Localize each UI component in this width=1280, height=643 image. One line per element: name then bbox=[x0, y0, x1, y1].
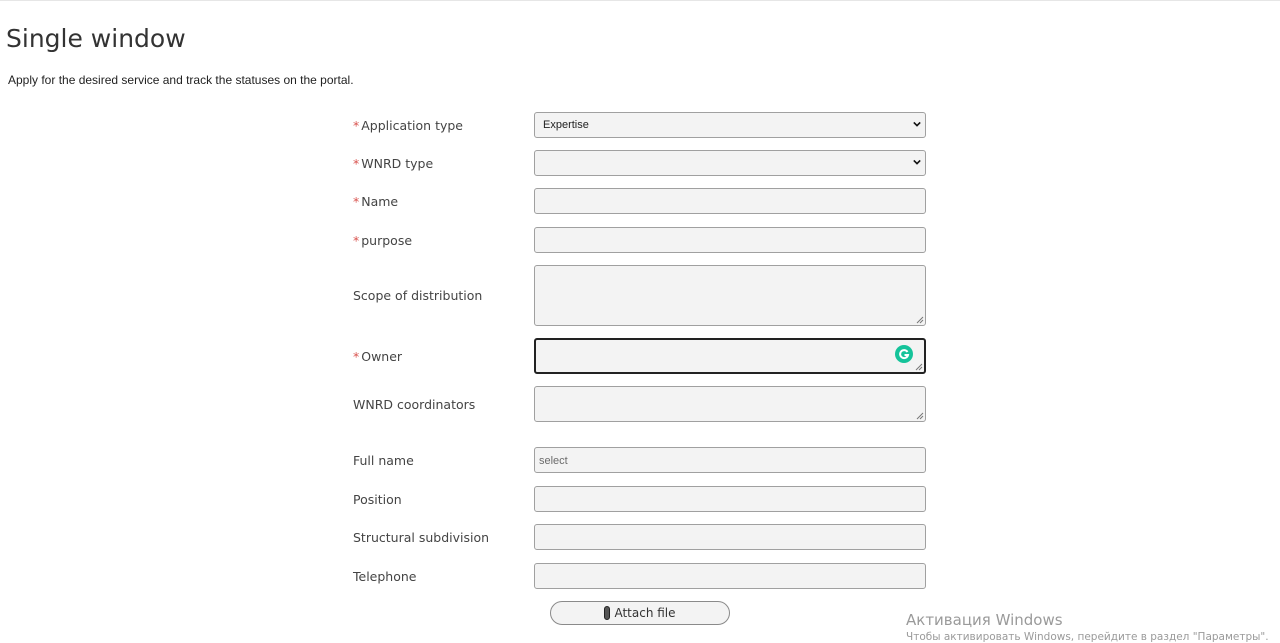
application-type-row: * Application type Expertise bbox=[353, 112, 927, 138]
owner-row: * Owner bbox=[353, 338, 927, 374]
name-input[interactable] bbox=[534, 188, 926, 214]
purpose-label-text: purpose bbox=[361, 233, 413, 248]
name-row: * Name bbox=[353, 188, 927, 214]
full-name-label: Full name bbox=[353, 453, 414, 468]
scope-label: Scope of distribution bbox=[353, 288, 483, 303]
position-row: Position bbox=[353, 486, 927, 512]
paperclip-icon bbox=[604, 606, 611, 620]
full-name-row: Full name select bbox=[353, 447, 927, 473]
owner-textarea[interactable] bbox=[534, 338, 926, 374]
owner-label-text: Owner bbox=[361, 349, 403, 364]
top-divider bbox=[0, 0, 1280, 1]
wnrd-type-select[interactable] bbox=[534, 150, 926, 176]
coordinators-textarea[interactable] bbox=[534, 386, 926, 422]
windows-activation-title: Активация Windows bbox=[906, 611, 1063, 629]
purpose-label: * purpose bbox=[353, 233, 412, 248]
required-mark: * bbox=[353, 194, 360, 209]
wnrd-type-row: * WNRD type bbox=[353, 150, 927, 176]
subdivision-row: Structural subdivision bbox=[353, 524, 927, 550]
chevron-down-icon bbox=[913, 121, 921, 127]
grammarly-icon[interactable] bbox=[895, 345, 913, 363]
full-name-input[interactable]: select bbox=[534, 447, 926, 473]
coordinators-label: WNRD coordinators bbox=[353, 397, 476, 412]
telephone-row: Telephone bbox=[353, 563, 927, 589]
scope-textarea[interactable] bbox=[534, 265, 926, 326]
resize-grip-icon[interactable] bbox=[916, 316, 924, 324]
telephone-label: Telephone bbox=[353, 569, 417, 584]
wnrd-type-label: * WNRD type bbox=[353, 156, 433, 171]
page-title: Single window bbox=[6, 24, 186, 53]
full-name-placeholder: select bbox=[539, 455, 568, 467]
resize-grip-icon[interactable] bbox=[916, 412, 924, 420]
telephone-input[interactable] bbox=[534, 563, 926, 589]
application-type-label: * Application type bbox=[353, 118, 463, 133]
name-label: * Name bbox=[353, 194, 398, 209]
attach-file-label: Attach file bbox=[614, 606, 676, 620]
application-type-value: Expertise bbox=[543, 119, 589, 131]
chevron-down-icon bbox=[913, 159, 921, 165]
purpose-input[interactable] bbox=[534, 227, 926, 253]
scope-row: Scope of distribution bbox=[353, 265, 927, 326]
position-input[interactable] bbox=[534, 486, 926, 512]
grammarly-g-glyph bbox=[899, 349, 910, 360]
owner-label: * Owner bbox=[353, 349, 402, 364]
required-mark: * bbox=[353, 233, 360, 248]
name-label-text: Name bbox=[361, 194, 399, 209]
position-label: Position bbox=[353, 492, 402, 507]
resize-grip-icon[interactable] bbox=[915, 363, 923, 371]
required-mark: * bbox=[353, 156, 360, 171]
purpose-row: * purpose bbox=[353, 227, 927, 253]
application-type-label-text: Application type bbox=[361, 118, 463, 133]
page-subtitle: Apply for the desired service and track … bbox=[8, 73, 354, 87]
required-mark: * bbox=[353, 118, 360, 133]
subdivision-label: Structural subdivision bbox=[353, 530, 490, 545]
required-mark: * bbox=[353, 349, 360, 364]
subdivision-input[interactable] bbox=[534, 524, 926, 550]
coordinators-row: WNRD coordinators bbox=[353, 386, 927, 422]
application-type-select[interactable]: Expertise bbox=[534, 112, 926, 138]
windows-activation-subtitle: Чтобы активировать Windows, перейдите в … bbox=[906, 631, 1269, 643]
attach-file-button[interactable]: Attach file bbox=[550, 601, 730, 625]
wnrd-type-label-text: WNRD type bbox=[361, 156, 434, 171]
